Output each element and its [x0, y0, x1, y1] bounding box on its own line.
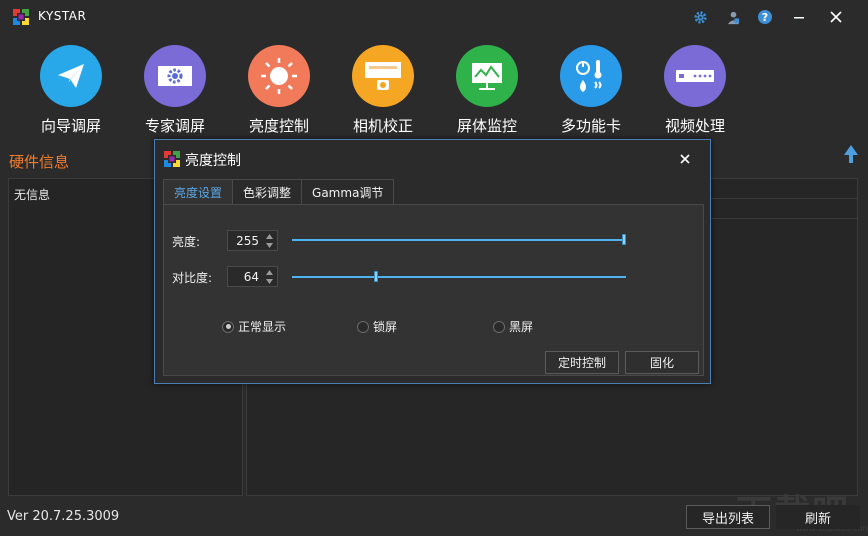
- expert-settings-icon: [144, 45, 206, 107]
- tool-label: 向导调屏: [40, 117, 101, 135]
- brightness-control-button[interactable]: 亮度控制: [229, 40, 329, 136]
- help-icon[interactable]: ?: [755, 7, 775, 27]
- collapse-up-arrow-icon[interactable]: [843, 144, 859, 164]
- dialog-title: 亮度控制: [185, 153, 241, 169]
- tool-label: 屏体监控: [456, 117, 517, 135]
- camera-calibration-button[interactable]: 相机校正: [333, 40, 433, 136]
- camera-calibration-icon: [352, 45, 414, 107]
- version-label: Ver 20.7.25.3009: [7, 509, 120, 524]
- radio-label: 黑屏: [509, 320, 534, 334]
- tool-label: 相机校正: [352, 117, 413, 135]
- settings-gear-icon[interactable]: [690, 7, 710, 27]
- main-toolbar: 向导调屏 专家调屏 亮度控制 相机校正 屏体监控 多功能卡 视频处理: [0, 40, 868, 140]
- minimize-icon[interactable]: [789, 7, 809, 27]
- video-processing-button[interactable]: 视频处理: [645, 40, 745, 136]
- slider-track: [292, 276, 626, 278]
- brightness-value: 255: [236, 234, 259, 248]
- tool-label: 多功能卡: [560, 117, 621, 135]
- brightness-spinbox[interactable]: 255: [227, 230, 278, 251]
- radio-normal-display[interactable]: 正常显示: [222, 318, 286, 335]
- brightness-control-dialog: 亮度控制 亮度设置 色彩调整 Gamma调节 亮度: 255 对比度: 64 正…: [154, 139, 711, 384]
- spin-up-icon[interactable]: [264, 268, 274, 277]
- radio-lock-screen[interactable]: 锁屏: [357, 318, 397, 335]
- slider-thumb[interactable]: [622, 234, 626, 245]
- hardware-info-text: 无信息: [14, 188, 51, 202]
- tool-label: 亮度控制: [248, 117, 309, 135]
- dialog-tabs: 亮度设置 色彩调整 Gamma调节: [163, 179, 395, 205]
- contrast-value: 64: [243, 270, 259, 284]
- contrast-slider[interactable]: [292, 271, 626, 283]
- timer-control-button[interactable]: 定时控制: [545, 351, 619, 374]
- app-title: KYSTAR: [38, 9, 87, 23]
- radio-black-screen[interactable]: 黑屏: [493, 318, 533, 335]
- screen-monitor-button[interactable]: 屏体监控: [437, 40, 537, 136]
- brightness-label: 亮度:: [172, 235, 201, 249]
- multifunction-card-button[interactable]: 多功能卡: [541, 40, 641, 136]
- video-processor-icon: [664, 45, 726, 107]
- spin-up-icon[interactable]: [264, 232, 274, 241]
- export-list-button[interactable]: 导出列表: [686, 505, 770, 529]
- brightness-slider[interactable]: [292, 234, 626, 246]
- expert-setup-button[interactable]: 专家调屏: [125, 40, 225, 136]
- contrast-spinbox[interactable]: 64: [227, 266, 278, 287]
- user-account-icon[interactable]: [723, 7, 743, 27]
- spin-down-icon[interactable]: [264, 277, 274, 286]
- brightness-settings-panel: 亮度: 255 对比度: 64 正常显示 锁屏 黑屏: [163, 204, 704, 376]
- dialog-close-icon[interactable]: [676, 150, 694, 168]
- solidify-button[interactable]: 固化: [625, 351, 699, 374]
- hardware-info-title: 硬件信息: [9, 153, 70, 171]
- svg-text:?: ?: [762, 11, 768, 24]
- slider-thumb[interactable]: [373, 271, 378, 282]
- radio-label: 锁屏: [373, 320, 398, 334]
- close-icon[interactable]: [826, 7, 846, 27]
- radio-dot: [493, 320, 505, 333]
- tab-brightness-settings[interactable]: 亮度设置: [163, 179, 234, 205]
- tab-gamma-adjust[interactable]: Gamma调节: [301, 179, 395, 205]
- tool-label: 视频处理: [664, 117, 725, 135]
- multifunction-card-icon: [560, 45, 622, 107]
- screen-monitor-icon: [456, 45, 518, 107]
- tab-color-adjust[interactable]: 色彩调整: [232, 179, 303, 205]
- radio-label: 正常显示: [238, 320, 287, 334]
- radio-dot: [357, 320, 369, 333]
- kystar-logo-icon: [13, 9, 29, 25]
- refresh-button[interactable]: 刷新: [776, 505, 860, 529]
- sun-brightness-icon: [248, 45, 310, 107]
- kystar-logo-icon: [164, 151, 180, 167]
- wizard-setup-button[interactable]: 向导调屏: [21, 40, 121, 136]
- contrast-label: 对比度:: [172, 271, 213, 285]
- paper-plane-icon: [40, 45, 102, 107]
- radio-dot: [222, 320, 234, 333]
- tool-label: 专家调屏: [144, 117, 205, 135]
- spin-down-icon[interactable]: [264, 241, 274, 250]
- slider-track: [292, 239, 626, 241]
- title-bar: KYSTAR ?: [0, 0, 868, 34]
